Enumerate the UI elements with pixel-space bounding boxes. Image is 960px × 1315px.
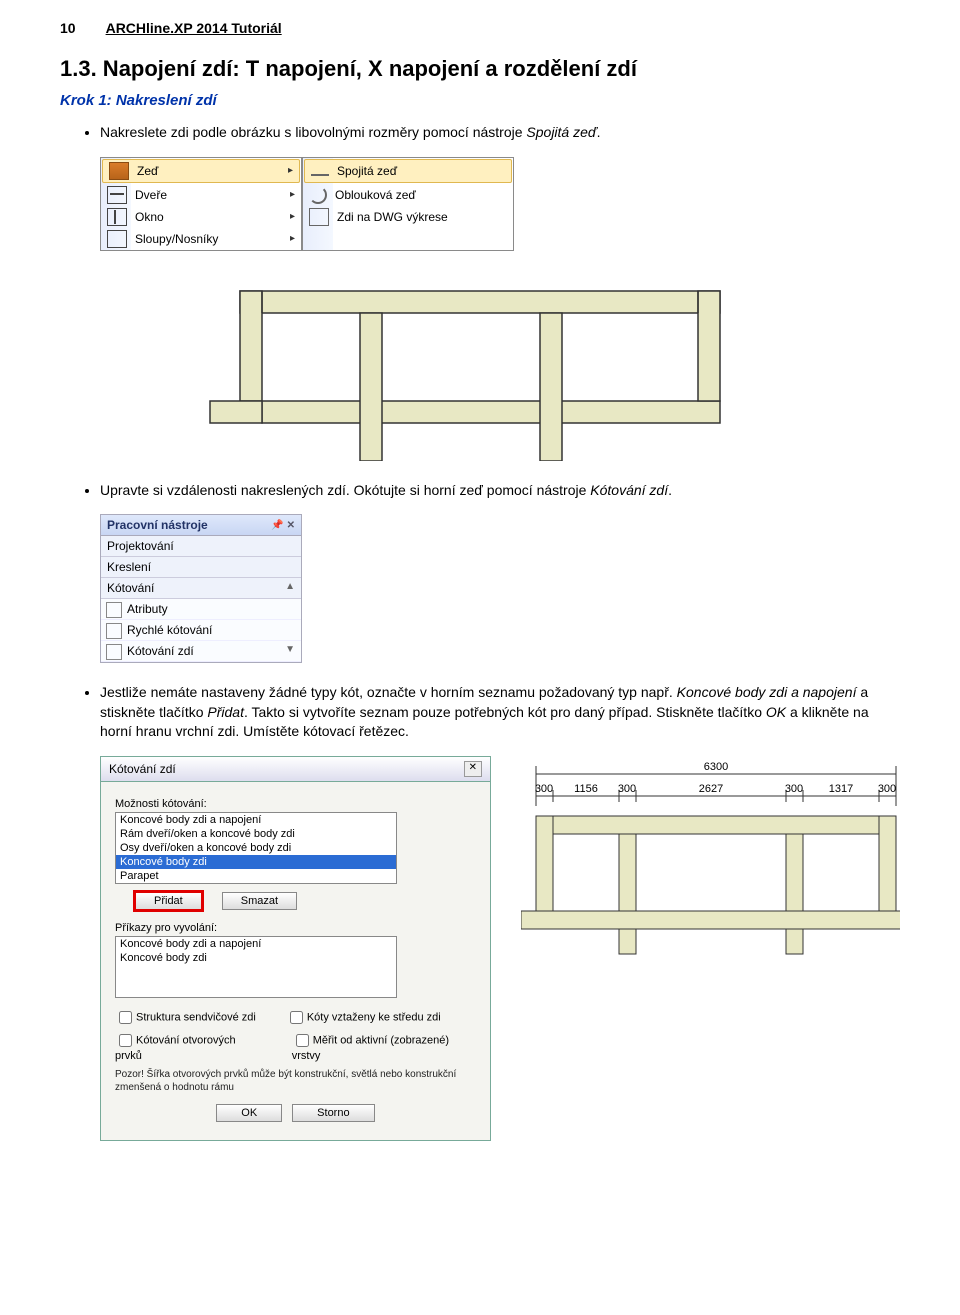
label-options: Možnosti kótování: bbox=[115, 798, 476, 810]
dim-seg: 1156 bbox=[574, 783, 598, 795]
scroll-down-icon[interactable]: ▼ bbox=[285, 644, 295, 658]
menu-item-column[interactable]: Sloupy/Nosníky▸ bbox=[101, 228, 301, 250]
scroll-up-icon[interactable]: ▲ bbox=[285, 581, 295, 595]
menu-item-walls-dwg[interactable]: Zdi na DWG výkrese bbox=[303, 206, 513, 228]
menu-item-window[interactable]: Okno▸ bbox=[101, 206, 301, 228]
list-item[interactable]: Koncové body zdi a napojení bbox=[116, 937, 396, 951]
list-item[interactable]: Osy dveří/oken a koncové body zdi bbox=[116, 841, 396, 855]
dialog-titlebar: Kótování zdí ✕ bbox=[101, 757, 490, 782]
submenu-arrow-icon: ▸ bbox=[290, 233, 295, 244]
menu-item-door[interactable]: Dveře▸ bbox=[101, 184, 301, 206]
dim-seg: 300 bbox=[785, 783, 803, 795]
wall-dim-icon bbox=[106, 644, 122, 660]
dimension-dialog: Kótování zdí ✕ Možnosti kótování: Koncov… bbox=[100, 756, 491, 1141]
menu-column-right: Spojitá zeď Oblouková zeď Zdi na DWG výk… bbox=[302, 157, 514, 251]
dim-total: 6300 bbox=[704, 761, 728, 773]
wall-drawing bbox=[200, 271, 760, 461]
step-1-title: Krok 1: Nakreslení zdí bbox=[60, 92, 900, 109]
dim-seg: 300 bbox=[535, 783, 553, 795]
list-item[interactable]: Rám dveří/oken a koncové body zdi bbox=[116, 827, 396, 841]
bullet-dim-types: Jestliže nemáte nastaveny žádné typy kót… bbox=[100, 683, 900, 742]
dim-seg: 2627 bbox=[699, 783, 723, 795]
close-icon[interactable]: ✕ bbox=[464, 761, 482, 777]
page-number: 10 bbox=[60, 20, 76, 36]
delete-button[interactable]: Smazat bbox=[222, 892, 297, 910]
window-icon bbox=[107, 208, 127, 226]
tool-panel: Pracovní nástroje 📌 ✕ Projektování Kresl… bbox=[100, 514, 302, 663]
listbox-commands[interactable]: Koncové body zdi a napojení Koncové body… bbox=[115, 936, 397, 998]
menu-item-arc-wall[interactable]: Oblouková zeď bbox=[303, 184, 513, 206]
dialog-note: Pozor! Šířka otvorových prvků může být k… bbox=[115, 1068, 476, 1094]
cancel-button[interactable]: Storno bbox=[292, 1104, 374, 1122]
line-icon bbox=[311, 174, 329, 176]
list-item[interactable]: Koncové body zdi bbox=[116, 951, 396, 965]
bullet-draw-walls: Nakreslete zdi podle obrázku s libovolný… bbox=[100, 123, 900, 143]
menu-column-left: Zeď▸ Dveře▸ Okno▸ Sloupy/Nosníky▸ bbox=[100, 157, 302, 251]
menu-item-polyline-wall[interactable]: Spojitá zeď bbox=[304, 159, 512, 183]
attributes-icon bbox=[106, 602, 122, 618]
add-button[interactable]: Přidat bbox=[135, 892, 202, 910]
submenu-arrow-icon: ▸ bbox=[290, 211, 295, 222]
tool-sub-kotovani[interactable]: Kótování ▲ bbox=[101, 578, 301, 599]
pin-close-icons[interactable]: 📌 ✕ bbox=[271, 520, 295, 531]
page-header: 10 ARCHline.XP 2014 Tutoriál bbox=[60, 20, 900, 36]
label-commands: Příkazy pro vyvolání: bbox=[115, 922, 476, 934]
tool-panel-header: Pracovní nástroje 📌 ✕ bbox=[101, 515, 301, 536]
quick-dim-icon bbox=[106, 623, 122, 639]
menu-flyout: Zeď▸ Dveře▸ Okno▸ Sloupy/Nosníky▸ Spojit… bbox=[100, 157, 900, 251]
menu-item-wall[interactable]: Zeď▸ bbox=[102, 159, 300, 183]
dim-seg: 1317 bbox=[829, 783, 853, 795]
check-active-layer[interactable]: Měřit od aktivní (zobrazené) vrstvy bbox=[292, 1031, 476, 1062]
check-center[interactable]: Kóty vztaženy ke středu zdi bbox=[286, 1008, 441, 1027]
submenu-arrow-icon: ▸ bbox=[290, 189, 295, 200]
tool-item-atributy[interactable]: Atributy bbox=[101, 599, 301, 620]
wall-icon bbox=[109, 162, 129, 180]
list-item[interactable]: Koncové body zdi a napojení bbox=[116, 813, 396, 827]
dim-seg: 300 bbox=[618, 783, 636, 795]
list-item[interactable]: Koncové body zdi bbox=[116, 855, 396, 869]
check-openings[interactable]: Kótování otvorových prvků bbox=[115, 1031, 262, 1062]
tool-sub-kresleni[interactable]: Kreslení bbox=[101, 557, 301, 578]
doc-title: ARCHline.XP 2014 Tutoriál bbox=[106, 20, 282, 36]
dimensioned-wall-drawing: 6300 300 1156 300 2627 300 1317 300 bbox=[521, 756, 900, 956]
tool-item-kotovani-zdi[interactable]: Kótování zdí▼ bbox=[101, 641, 301, 662]
bullet-distances: Upravte si vzdálenosti nakreslených zdí.… bbox=[100, 481, 900, 501]
submenu-arrow-icon: ▸ bbox=[288, 165, 293, 176]
section-heading: 1.3. Napojení zdí: T napojení, X napojen… bbox=[60, 56, 900, 82]
tool-sub-projektovani[interactable]: Projektování bbox=[101, 536, 301, 557]
arc-icon bbox=[309, 186, 327, 204]
listbox-options[interactable]: Koncové body zdi a napojení Rám dveří/ok… bbox=[115, 812, 397, 884]
check-sandwich[interactable]: Struktura sendvičové zdi bbox=[115, 1008, 256, 1027]
ok-button[interactable]: OK bbox=[216, 1104, 282, 1122]
tool-item-rychle[interactable]: Rychlé kótování bbox=[101, 620, 301, 641]
door-icon bbox=[107, 186, 127, 204]
dwg-icon bbox=[309, 208, 329, 226]
list-item[interactable]: Parapet bbox=[116, 869, 396, 883]
column-icon bbox=[107, 230, 127, 248]
dim-seg: 300 bbox=[878, 783, 896, 795]
